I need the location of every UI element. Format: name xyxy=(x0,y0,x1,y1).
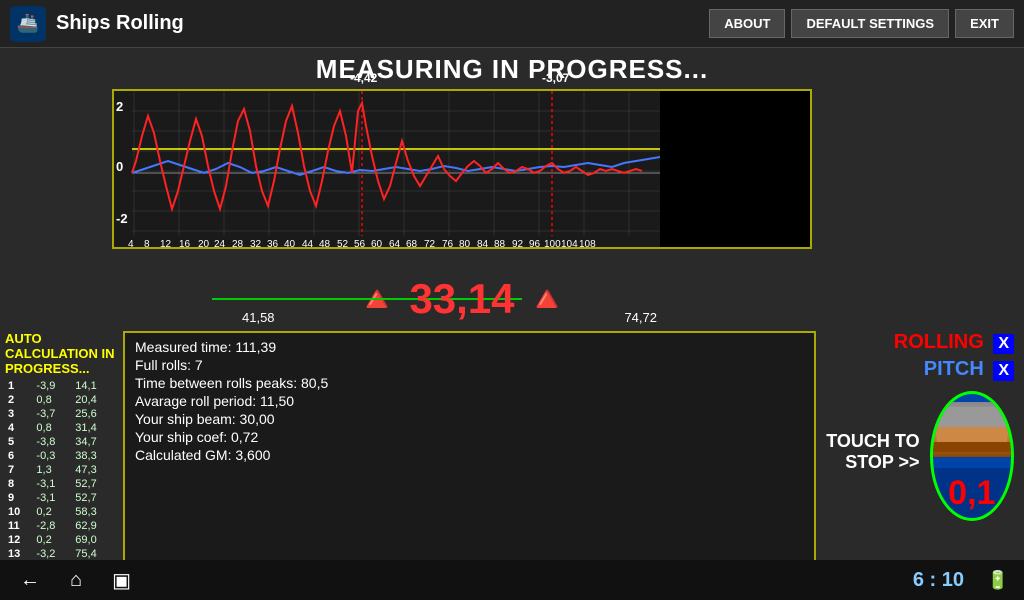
center-info-box: Measured time: 111,39 Full rolls: 7 Time… xyxy=(123,331,816,575)
ship-circle[interactable]: 0,1 xyxy=(930,391,1014,521)
peak-label-left: -4,42 xyxy=(350,71,377,85)
table-row: 20,820,4 xyxy=(5,393,115,407)
ship-coef: Your ship coef: 0,72 xyxy=(135,429,804,445)
table-row: 100,258,3 xyxy=(5,505,115,519)
svg-text:72: 72 xyxy=(424,239,436,249)
default-settings-button[interactable]: DEFAULT SETTINGS xyxy=(791,9,949,38)
main-content: MEASURING IN PROGRESS... -4,42 -3,07 2 0… xyxy=(0,48,1024,600)
svg-text:52: 52 xyxy=(337,239,349,249)
svg-text:108: 108 xyxy=(579,239,596,249)
period-sub-right: 74,72 xyxy=(624,310,657,325)
svg-text:16: 16 xyxy=(179,239,191,249)
left-table: AUTO CALCULATION IN PROGRESS... 1-3,914,… xyxy=(5,331,115,575)
table-row: 5-3,834,7 xyxy=(5,435,115,449)
svg-text:12: 12 xyxy=(160,239,172,249)
ship-image xyxy=(930,402,1014,457)
table-row: 3-3,725,6 xyxy=(5,407,115,421)
exit-button[interactable]: EXIT xyxy=(955,9,1014,38)
svg-text:96: 96 xyxy=(529,239,541,249)
table-row: 1-3,914,1 xyxy=(5,379,115,393)
svg-text:68: 68 xyxy=(406,239,418,249)
ship-beam: Your ship beam: 30,00 xyxy=(135,411,804,427)
navbar: ← ⌂ ▣ 6 : 10 🔋 xyxy=(0,560,1024,600)
chart-black-area xyxy=(660,91,810,247)
auto-calc-header: AUTO CALCULATION IN PROGRESS... xyxy=(5,331,115,376)
right-panel: ROLLING X PITCH X TOUCH TO STOP >> xyxy=(824,331,1024,575)
table-row: 40,831,4 xyxy=(5,421,115,435)
back-button[interactable]: ← xyxy=(20,569,40,592)
svg-text:48: 48 xyxy=(319,239,331,249)
pitch-legend: PITCH X xyxy=(924,358,1014,381)
table-row: 71,347,3 xyxy=(5,463,115,477)
table-row: 6-0,338,3 xyxy=(5,449,115,463)
svg-text:28: 28 xyxy=(232,239,244,249)
calculated-gm: Calculated GM: 3,600 xyxy=(135,447,804,463)
svg-text:88: 88 xyxy=(494,239,506,249)
svg-text:4: 4 xyxy=(128,239,134,249)
arrow-right-icon: 🔺 xyxy=(525,278,570,320)
app-icon-symbol: 🚢 xyxy=(17,13,39,34)
svg-text:20: 20 xyxy=(198,239,210,249)
svg-text:60: 60 xyxy=(371,239,383,249)
data-table: 1-3,914,120,820,43-3,725,640,831,45-3,83… xyxy=(5,379,115,575)
period-display: 🔺 33,14 🔺 41,58 74,72 xyxy=(112,269,812,329)
home-button[interactable]: ⌂ xyxy=(70,569,82,592)
chart-svg: 4 8 12 16 20 24 28 32 36 40 44 48 52 56 … xyxy=(114,91,664,249)
svg-text:100: 100 xyxy=(544,239,561,249)
recent-button[interactable]: ▣ xyxy=(112,568,131,593)
svg-text:80: 80 xyxy=(459,239,471,249)
time-between-rolls: Time between rolls peaks: 80,5 xyxy=(135,375,804,391)
battery-icon: 🔋 xyxy=(987,570,1009,591)
table-row: 11-2,862,9 xyxy=(5,519,115,533)
svg-text:24: 24 xyxy=(214,239,226,249)
table-row: 13-3,275,4 xyxy=(5,547,115,561)
peak-label-right: -3,07 xyxy=(542,71,569,85)
svg-text:84: 84 xyxy=(477,239,489,249)
touch-stop-label[interactable]: TOUCH TO STOP >> xyxy=(810,431,919,473)
topbar: 🚢 Ships Rolling ABOUT DEFAULT SETTINGS E… xyxy=(0,0,1024,48)
table-row: 9-3,152,7 xyxy=(5,491,115,505)
pitch-label: PITCH xyxy=(924,358,984,380)
rolling-label: ROLLING xyxy=(894,331,984,353)
table-row: 120,269,0 xyxy=(5,533,115,547)
ship-value: 0,1 xyxy=(948,474,995,513)
measured-time: Measured time: 111,39 xyxy=(135,339,804,355)
avg-period: Avarage roll period: 11,50 xyxy=(135,393,804,409)
period-value: 33,14 xyxy=(409,275,514,323)
rolling-legend: ROLLING X xyxy=(894,331,1014,354)
svg-text:104: 104 xyxy=(561,239,578,249)
svg-text:32: 32 xyxy=(250,239,262,249)
measuring-status: MEASURING IN PROGRESS... xyxy=(0,48,1024,87)
pitch-x-button[interactable]: X xyxy=(993,361,1014,381)
rolling-x-button[interactable]: X xyxy=(993,334,1014,354)
svg-text:44: 44 xyxy=(302,239,314,249)
app-icon: 🚢 xyxy=(10,6,46,42)
bottom-section: AUTO CALCULATION IN PROGRESS... 1-3,914,… xyxy=(0,331,1024,575)
svg-text:92: 92 xyxy=(512,239,524,249)
time-display: 6 : 10 xyxy=(913,569,964,592)
full-rolls: Full rolls: 7 xyxy=(135,357,804,373)
svg-text:8: 8 xyxy=(144,239,150,249)
period-sub-left: 41,58 xyxy=(242,310,275,325)
chart-container: -4,42 -3,07 2 0 -2 xyxy=(112,89,812,269)
app-title: Ships Rolling xyxy=(56,12,703,35)
table-row: 8-3,152,7 xyxy=(5,477,115,491)
svg-text:40: 40 xyxy=(284,239,296,249)
ship-water: 0,1 xyxy=(933,468,1011,518)
svg-text:56: 56 xyxy=(354,239,366,249)
svg-text:76: 76 xyxy=(442,239,454,249)
svg-text:36: 36 xyxy=(267,239,279,249)
about-button[interactable]: ABOUT xyxy=(709,9,785,38)
svg-text:64: 64 xyxy=(389,239,401,249)
chart-border: 2 0 -2 xyxy=(112,89,812,249)
